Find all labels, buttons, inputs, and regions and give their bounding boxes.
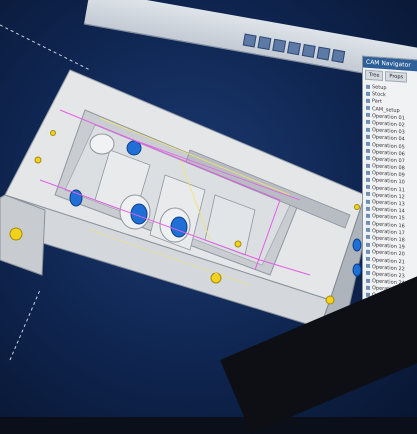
operation-icon (366, 120, 370, 125)
tool-icon-7[interactable] (331, 49, 346, 64)
operation-icon (366, 91, 370, 96)
operation-icon (366, 220, 370, 226)
operation-icon (366, 199, 370, 204)
blue-hole-6[interactable] (352, 263, 362, 277)
operation-icon (366, 235, 370, 240)
operation-icon (366, 206, 370, 211)
operation-icon (366, 256, 370, 262)
operation-icon (366, 127, 370, 132)
operation-icon (366, 213, 370, 218)
operation-icon (366, 170, 370, 175)
operation-icon (366, 285, 370, 290)
tool-icon-1[interactable] (242, 33, 257, 48)
tool-icon-2[interactable] (257, 36, 272, 51)
blue-hole-2[interactable] (170, 216, 188, 238)
operation-icon (366, 156, 370, 161)
operation-icon (366, 113, 370, 118)
operation-icon (366, 141, 370, 147)
yellow-hole-7[interactable] (354, 204, 360, 210)
operation-icon (366, 242, 370, 247)
yellow-hole-4[interactable] (34, 156, 42, 164)
tool-icon-5[interactable] (301, 43, 316, 58)
tool-icon-4[interactable] (287, 41, 301, 56)
operation-icon (366, 278, 370, 283)
operation-icon (366, 263, 370, 269)
construction-line-2 (9, 289, 41, 361)
cad-viewport[interactable]: CAM Navigator Tree Props Setup Stock Part C… (0, 0, 417, 434)
tab-tree[interactable]: Tree (365, 69, 384, 81)
blue-hole-4[interactable] (69, 189, 83, 207)
operation-icon (366, 84, 370, 89)
blue-hole-3[interactable] (126, 140, 142, 156)
yellow-hole-6[interactable] (234, 240, 242, 248)
tree-item-label: Part (372, 98, 382, 106)
operation-icon (366, 105, 370, 111)
blue-hole-5[interactable] (352, 238, 362, 252)
yellow-hole-3[interactable] (325, 295, 335, 305)
operation-icon (366, 177, 370, 182)
operation-icon (366, 98, 370, 103)
yellow-hole-2[interactable] (210, 272, 222, 284)
yellow-hole-1[interactable] (9, 227, 23, 241)
operation-icon (366, 184, 370, 190)
operation-icon (366, 134, 370, 139)
yellow-hole-5[interactable] (50, 130, 56, 136)
operation-icon (366, 148, 370, 154)
tree-item-label: Stock (372, 91, 386, 99)
tab-props[interactable]: Props (385, 71, 408, 83)
operation-icon (366, 228, 370, 233)
operation-icon (366, 163, 370, 168)
operation-icon (366, 249, 370, 254)
boss-3 (89, 133, 115, 155)
tool-icon-6[interactable] (316, 46, 331, 61)
tool-icon-3[interactable] (272, 38, 287, 53)
part-left-face (0, 194, 46, 276)
operation-icon (366, 192, 370, 197)
construction-line (0, 24, 91, 71)
operation-icon (366, 271, 370, 276)
tree-item-label: Setup (372, 84, 387, 92)
